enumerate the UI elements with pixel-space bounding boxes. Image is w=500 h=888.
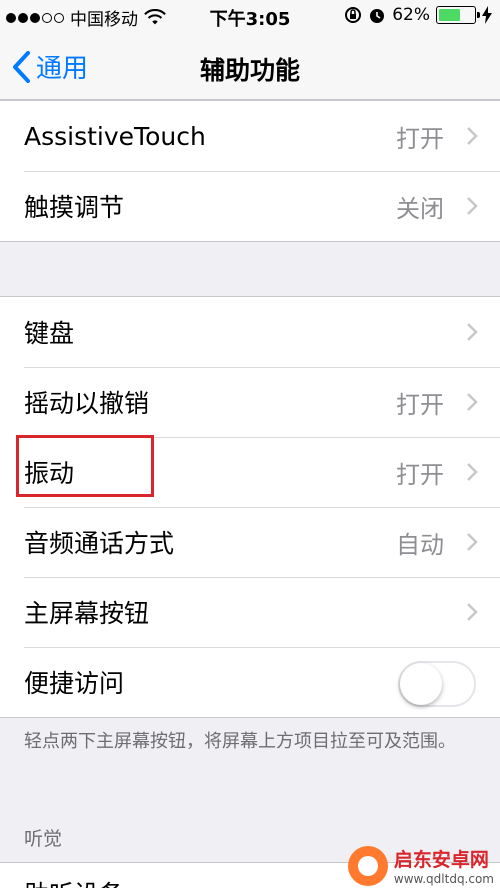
row-reachability: 便捷访问: [0, 647, 500, 717]
chevron-right-icon: [467, 393, 478, 411]
reachability-toggle[interactable]: [398, 661, 476, 707]
chevron-right-icon: [467, 603, 478, 621]
row-shake-to-undo[interactable]: 摇动以撤销 打开: [0, 367, 500, 437]
watermark: 启东安卓网 www.qdltdq.com: [347, 845, 494, 886]
row-label: AssistiveTouch: [24, 121, 206, 151]
chevron-right-icon: [467, 463, 478, 481]
settings-group-1: AssistiveTouch 打开 触摸调节 关闭: [0, 100, 500, 242]
status-right: 62%: [344, 5, 492, 25]
row-call-audio-routing[interactable]: 音频通话方式 自动: [0, 507, 500, 577]
navigation-bar: 通用 辅助功能: [0, 34, 500, 100]
row-touch-accommodations[interactable]: 触摸调节 关闭: [0, 171, 500, 241]
row-label: 触摸调节: [24, 193, 125, 222]
chevron-right-icon: [467, 533, 478, 551]
status-bar: 中国移动 下午3:05 62%: [0, 0, 500, 34]
row-value: 关闭: [396, 194, 444, 223]
chevron-right-icon: [467, 197, 478, 215]
row-assistivetouch[interactable]: AssistiveTouch 打开: [0, 101, 500, 171]
watermark-name: 启东安卓网: [393, 849, 489, 871]
alarm-icon: [370, 9, 385, 23]
row-label: 便捷访问: [24, 669, 125, 698]
reachability-footer-note: 轻点两下主屏幕按钮，将屏幕上方项目拉至可及范围。: [24, 731, 456, 752]
battery-icon: [436, 6, 480, 24]
row-value: 打开: [396, 460, 444, 489]
chevron-right-icon: [467, 127, 478, 145]
watermark-logo-icon: [347, 845, 388, 886]
row-value: 自动: [396, 530, 444, 559]
row-value: 打开: [396, 390, 444, 419]
toggle-knob: [400, 663, 442, 705]
row-label: 键盘: [24, 319, 75, 348]
row-label: 主屏幕按钮: [24, 599, 150, 628]
watermark-url: www.qdltdq.com: [393, 872, 494, 886]
rotation-lock-icon: [345, 7, 362, 23]
row-label: 摇动以撤销: [24, 389, 150, 418]
chevron-right-icon: [467, 323, 478, 341]
section-header-hearing: 听觉: [24, 828, 63, 850]
row-label: 音频通话方式: [24, 529, 175, 558]
row-label: 助听设备: [24, 875, 124, 888]
battery-percent: 62%: [392, 5, 430, 25]
row-keyboard[interactable]: 键盘: [0, 297, 500, 367]
row-value: 打开: [396, 124, 444, 153]
annotation-highlight-box: [16, 435, 154, 497]
page-title: 辅助功能: [199, 56, 300, 85]
settings-group-2: 键盘 摇动以撤销 打开 振动 打开 音频通话方式 自动 主屏幕按钮 便捷访问: [0, 296, 500, 718]
charging-icon: [482, 6, 492, 24]
row-home-button[interactable]: 主屏幕按钮: [0, 577, 500, 647]
